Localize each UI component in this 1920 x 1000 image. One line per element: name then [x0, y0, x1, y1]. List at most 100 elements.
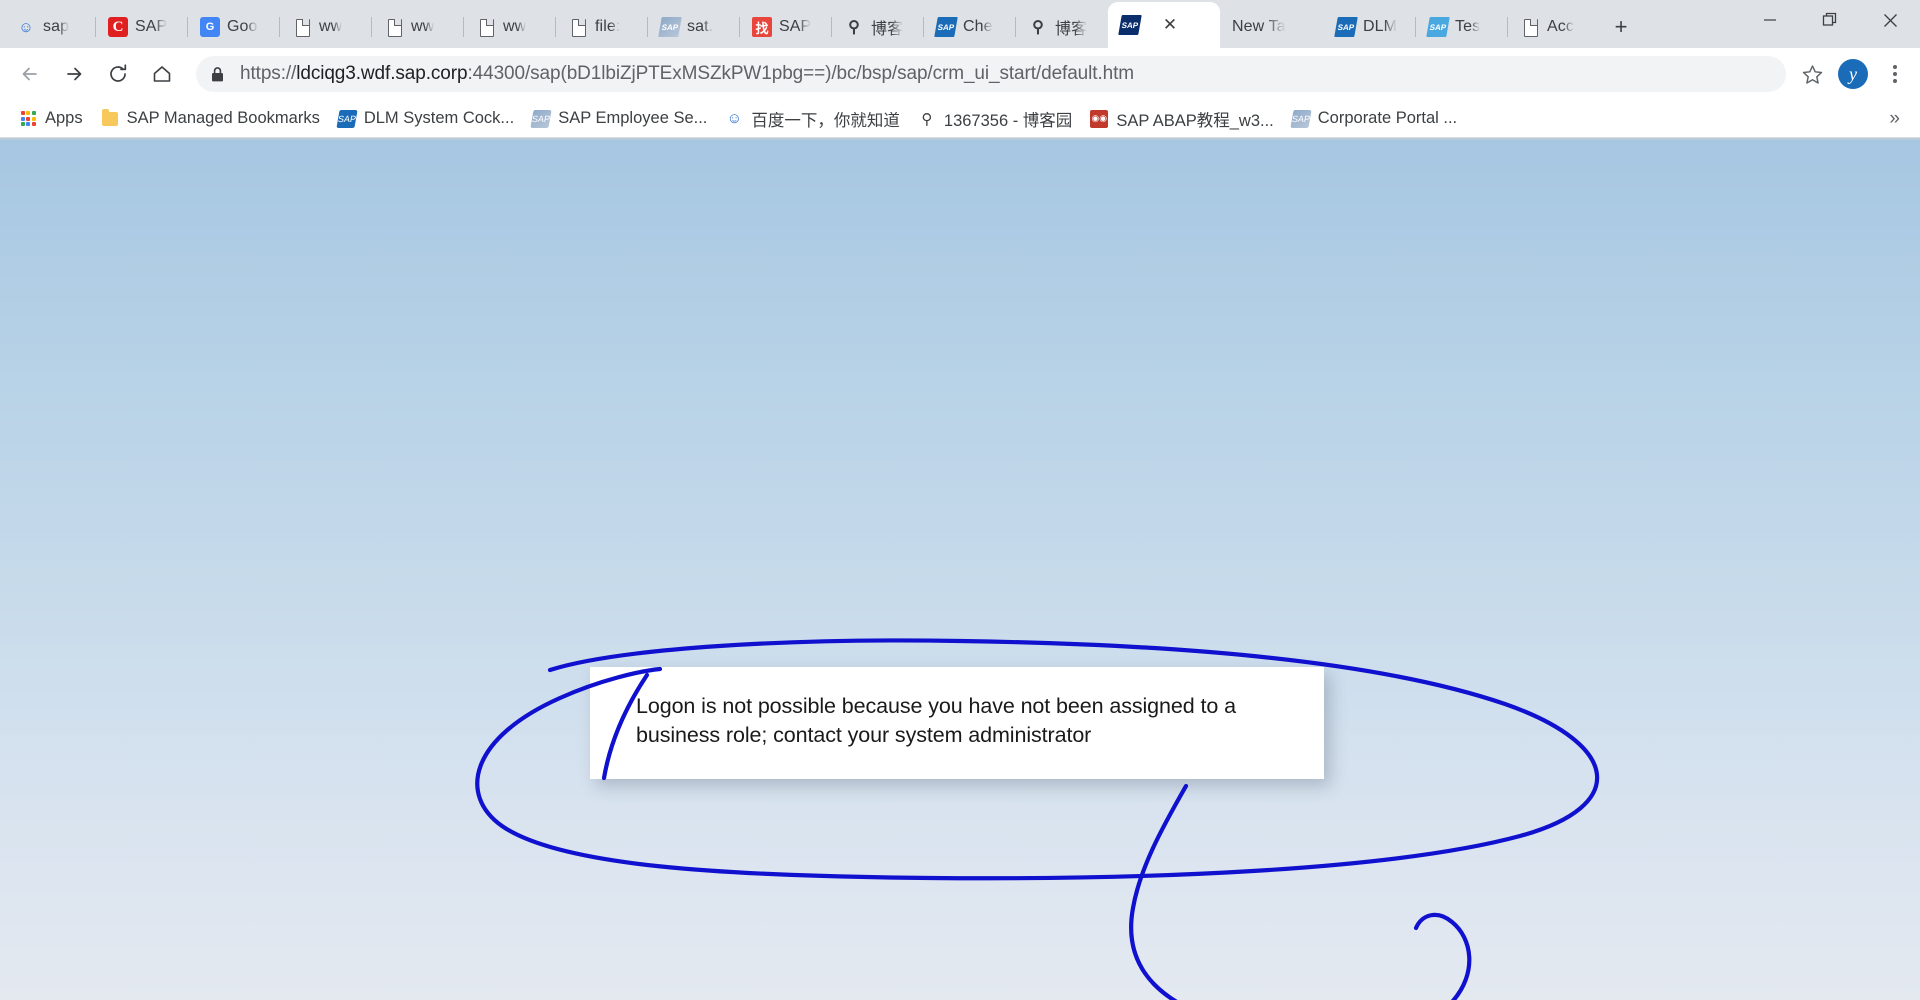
bookmarks-bar: Apps SAP Managed Bookmarks SAP DLM Syste… [0, 100, 1920, 138]
tab-label: SAP [135, 18, 168, 35]
bookmarks-overflow-button[interactable]: » [1879, 108, 1910, 130]
document-icon [292, 17, 312, 37]
tab-www-2[interactable]: ww [372, 6, 464, 48]
lock-icon [210, 66, 228, 83]
tab-blog-2[interactable]: ⚲ 博客 [1016, 6, 1108, 48]
tab-label: Goo [227, 18, 258, 35]
bookmark-label: SAP Managed Bookmarks [126, 109, 320, 127]
tab-label: file: [595, 18, 621, 35]
google-translate-icon: G [200, 17, 220, 37]
reload-button[interactable] [98, 54, 138, 94]
apps-grid-icon [19, 110, 37, 128]
tab-google-translate[interactable]: G Goo [188, 6, 280, 48]
tab-new-tab[interactable]: New Ta [1220, 6, 1324, 48]
page-top-divider [0, 138, 1920, 140]
tab-file[interactable]: file: [556, 6, 648, 48]
sap-lite-icon: SAP [1426, 17, 1450, 37]
address-bar[interactable]: https://ldciqg3.wdf.sap.corp:44300/sap(b… [196, 56, 1786, 92]
minimize-button[interactable] [1740, 0, 1800, 40]
baidu-icon: ☺ [18, 18, 34, 36]
c-red-icon: C [108, 17, 128, 37]
bookmark-label: SAP Employee Se... [558, 109, 708, 127]
bookmark-corporate-portal[interactable]: SAP Corporate Portal ... [1283, 105, 1466, 132]
bookmark-label: DLM System Cock... [363, 109, 515, 127]
sap-blue-icon: SAP [934, 17, 958, 37]
tab-label: sat. [687, 18, 714, 35]
cnblogs-person-icon: ⚲ [1032, 19, 1044, 36]
page-content: Logon is not possible because you have n… [0, 138, 1920, 1000]
tab-label: sap [43, 18, 70, 35]
owl-red-icon: ◉◉ [1090, 109, 1109, 128]
bookmark-sap-employee-services[interactable]: SAP SAP Employee Se... [523, 105, 716, 132]
tab-label: ww [411, 18, 435, 35]
tab-sap-c[interactable]: C SAP [96, 6, 188, 48]
tab-che[interactable]: SAP Che [924, 6, 1016, 48]
close-button[interactable] [1860, 0, 1920, 40]
address-bar-url: https://ldciqg3.wdf.sap.corp:44300/sap(b… [240, 63, 1134, 85]
bookmark-apps[interactable]: Apps [10, 105, 92, 132]
tab-label: ww [503, 18, 527, 35]
sap-dark-icon: SAP [1118, 15, 1142, 35]
tab-label: Tes [1455, 18, 1481, 35]
cnblogs-person-icon: ⚲ [921, 110, 933, 128]
forward-button[interactable] [54, 54, 94, 94]
bookmark-label: Apps [45, 109, 83, 127]
back-button[interactable] [10, 54, 50, 94]
tab-acc[interactable]: Acc [1508, 6, 1600, 48]
zhao-red-icon: 找 [752, 17, 772, 37]
bookmark-sap-managed[interactable]: SAP Managed Bookmarks [92, 105, 329, 132]
bookmark-dlm-system-cockpit[interactable]: SAP DLM System Cock... [329, 105, 523, 132]
url-path: :44300/sap(bD1lbiZjPTExMSZkPW1pbg==)/bc/… [467, 63, 1135, 84]
document-icon [384, 17, 404, 37]
bookmark-label: 百度一下，你就知道 [751, 111, 900, 130]
document-icon [476, 17, 496, 37]
tab-test[interactable]: SAP Tes [1416, 6, 1508, 48]
tab-list: ☺ sap C SAP G Goo ww ww ww file: SAP sat… [4, 0, 1740, 48]
tab-label: 博客 [1055, 21, 1088, 38]
window-controls [1740, 0, 1920, 48]
logon-error-dialog: Logon is not possible because you have n… [590, 667, 1324, 779]
tab-active-crm-ui[interactable]: SAP ✕ [1108, 2, 1220, 48]
document-icon [568, 17, 588, 37]
bookmark-sap-abap-tutorial[interactable]: ◉◉ SAP ABAP教程_w3... [1081, 103, 1282, 135]
url-host: ldciqg3.wdf.sap.corp [296, 63, 468, 84]
three-dot-menu-icon[interactable] [1880, 65, 1910, 83]
sap-pale-icon: SAP [1290, 109, 1312, 128]
tab-label: ww [319, 18, 343, 35]
avatar[interactable]: y [1838, 59, 1868, 89]
close-icon[interactable]: ✕ [1160, 15, 1180, 35]
tab-label: SAP [779, 18, 812, 35]
bookmark-star-icon[interactable] [1794, 56, 1830, 92]
tab-www-3[interactable]: ww [464, 6, 556, 48]
bookmark-cnblogs[interactable]: ⚲ 1367356 - 博客园 [909, 103, 1081, 135]
bookmark-baidu[interactable]: ☺ 百度一下，你就知道 [716, 103, 909, 135]
bookmark-label: Corporate Portal ... [1317, 109, 1458, 127]
home-button[interactable] [142, 54, 182, 94]
browser-window: ☺ sap C SAP G Goo ww ww ww file: SAP sat… [0, 0, 1920, 1000]
tab-sat[interactable]: SAP sat. [648, 6, 740, 48]
tab-sap-search[interactable]: 找 SAP [740, 6, 832, 48]
tab-label: Che [963, 18, 993, 35]
annotation-layer [475, 638, 1599, 1000]
browser-toolbar: https://ldciqg3.wdf.sap.corp:44300/sap(b… [0, 48, 1920, 100]
sap-pale-icon: SAP [658, 17, 682, 37]
tab-strip: ☺ sap C SAP G Goo ww ww ww file: SAP sat… [0, 0, 1920, 48]
tab-blog-1[interactable]: ⚲ 博客 [832, 6, 924, 48]
sap-pale-icon: SAP [530, 109, 552, 128]
sap-blue-icon: SAP [1334, 17, 1358, 37]
logon-error-message: Logon is not possible because you have n… [636, 694, 1236, 747]
tab-www-1[interactable]: ww [280, 6, 372, 48]
tab-sap-baidu[interactable]: ☺ sap [4, 6, 96, 48]
new-tab-button[interactable]: + [1606, 12, 1636, 42]
tab-label: New Ta [1232, 18, 1286, 35]
tab-label: 博客 [871, 21, 904, 38]
tab-label: Acc [1547, 18, 1574, 35]
bookmark-label: 1367356 - 博客园 [943, 111, 1073, 130]
maximize-button[interactable] [1800, 0, 1860, 40]
document-icon [1520, 17, 1540, 37]
cnblogs-person-icon: ⚲ [848, 19, 860, 36]
annotation-open-loop-below-message [1129, 783, 1472, 1000]
baidu-icon: ☺ [726, 110, 743, 127]
bookmark-label: SAP ABAP教程_w3... [1116, 111, 1274, 130]
tab-dlm[interactable]: SAP DLM [1324, 6, 1416, 48]
